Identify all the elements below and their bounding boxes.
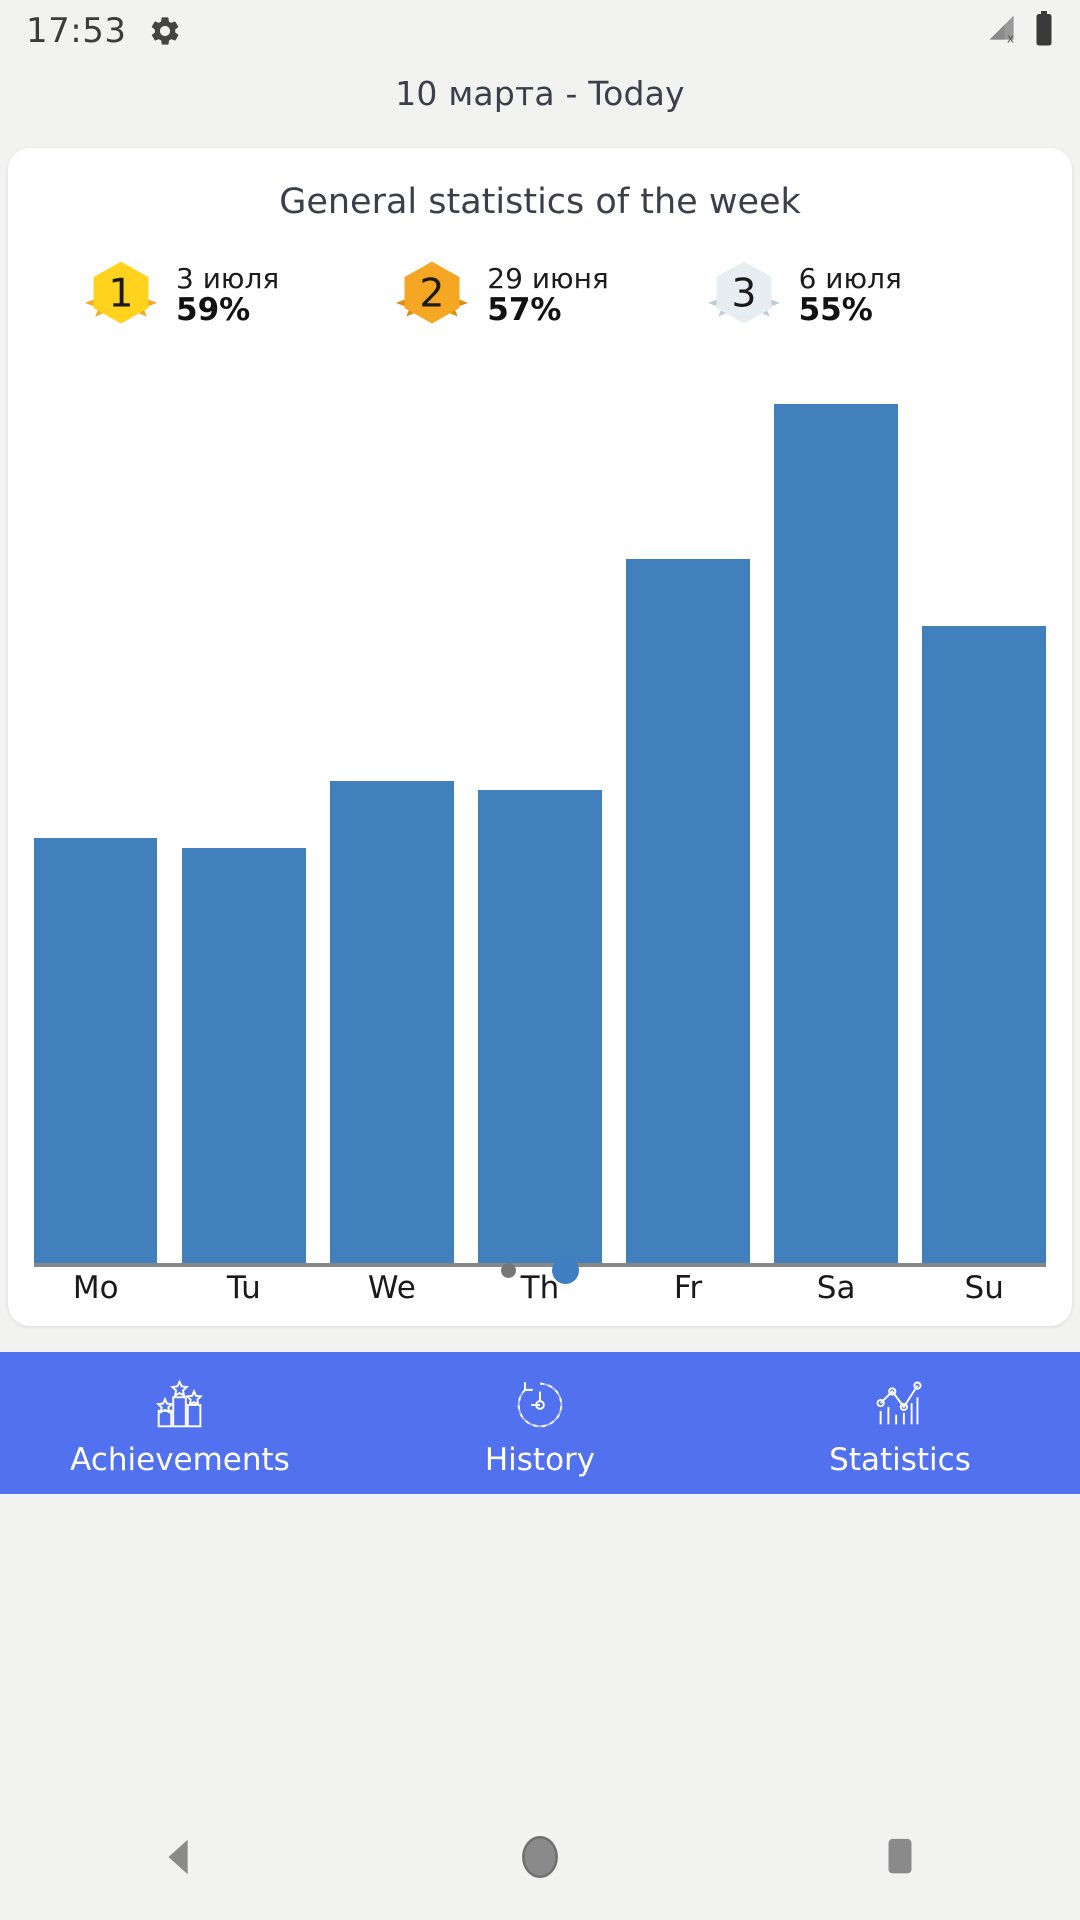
nav-tab-label: Achievements bbox=[70, 1442, 290, 1478]
chart-statistics-icon bbox=[869, 1374, 931, 1436]
chart-bar-slot[interactable] bbox=[182, 298, 306, 1263]
chart-bar[interactable] bbox=[330, 780, 454, 1263]
chart-bar[interactable] bbox=[34, 838, 158, 1263]
status-bar-clock: 17:53 bbox=[26, 11, 127, 51]
record-date: 3 июля bbox=[176, 262, 280, 296]
chart-bar[interactable] bbox=[774, 404, 898, 1263]
gear-icon[interactable] bbox=[148, 14, 182, 48]
status-bar: 17:53 x bbox=[0, 0, 1080, 62]
nav-tab-achievements[interactable]: Achievements bbox=[0, 1352, 360, 1494]
pagination-dot-active[interactable] bbox=[552, 1257, 579, 1284]
back-triangle-icon[interactable] bbox=[0, 1834, 360, 1880]
home-circle-icon[interactable] bbox=[360, 1832, 720, 1882]
chart-bar-slot[interactable] bbox=[478, 298, 602, 1263]
chart-bar-slot[interactable] bbox=[34, 298, 158, 1263]
status-bar-indicators: x bbox=[986, 11, 1054, 51]
nav-tab-label: Statistics bbox=[829, 1442, 971, 1478]
chart-bar-slot[interactable] bbox=[330, 298, 454, 1263]
battery-full-icon bbox=[1034, 11, 1054, 51]
nav-tab-label: History bbox=[484, 1442, 596, 1478]
card-title: General statistics of the week bbox=[279, 182, 801, 222]
podium-stars-icon bbox=[149, 1374, 211, 1436]
chart-plot-area bbox=[34, 298, 1046, 1263]
android-system-navigation bbox=[0, 1794, 1080, 1920]
chart-bar-slot[interactable] bbox=[626, 298, 750, 1263]
chart-bar[interactable] bbox=[182, 848, 306, 1263]
svg-text:x: x bbox=[1007, 31, 1014, 45]
statistics-card: General statistics of the week 1 3 июля … bbox=[8, 148, 1072, 1326]
chart-bar[interactable] bbox=[626, 558, 750, 1263]
signal-no-service-icon: x bbox=[986, 13, 1020, 49]
bottom-navigation: Achievements History Statistics bbox=[0, 1352, 1080, 1494]
chart-bar[interactable] bbox=[478, 790, 602, 1263]
nav-tab-statistics[interactable]: Statistics bbox=[720, 1352, 1080, 1494]
weekly-bar-chart[interactable]: Mo Tu We Th Fr Sa Su bbox=[34, 298, 1046, 1310]
app-header: 10 марта - Today bbox=[0, 62, 1080, 124]
recents-square-icon[interactable] bbox=[720, 1834, 1080, 1880]
chart-bar-slot[interactable] bbox=[774, 298, 898, 1263]
page-title: 10 марта - Today bbox=[395, 73, 685, 113]
carousel-pagination[interactable] bbox=[8, 1257, 1072, 1284]
record-date: 6 июля bbox=[798, 262, 902, 296]
nav-tab-history[interactable]: History bbox=[360, 1352, 720, 1494]
chart-bar[interactable] bbox=[922, 626, 1046, 1263]
chart-bar-slot[interactable] bbox=[922, 298, 1046, 1263]
record-date: 29 июня bbox=[487, 262, 609, 296]
pagination-dot[interactable] bbox=[501, 1263, 516, 1278]
clock-history-icon bbox=[509, 1374, 571, 1436]
